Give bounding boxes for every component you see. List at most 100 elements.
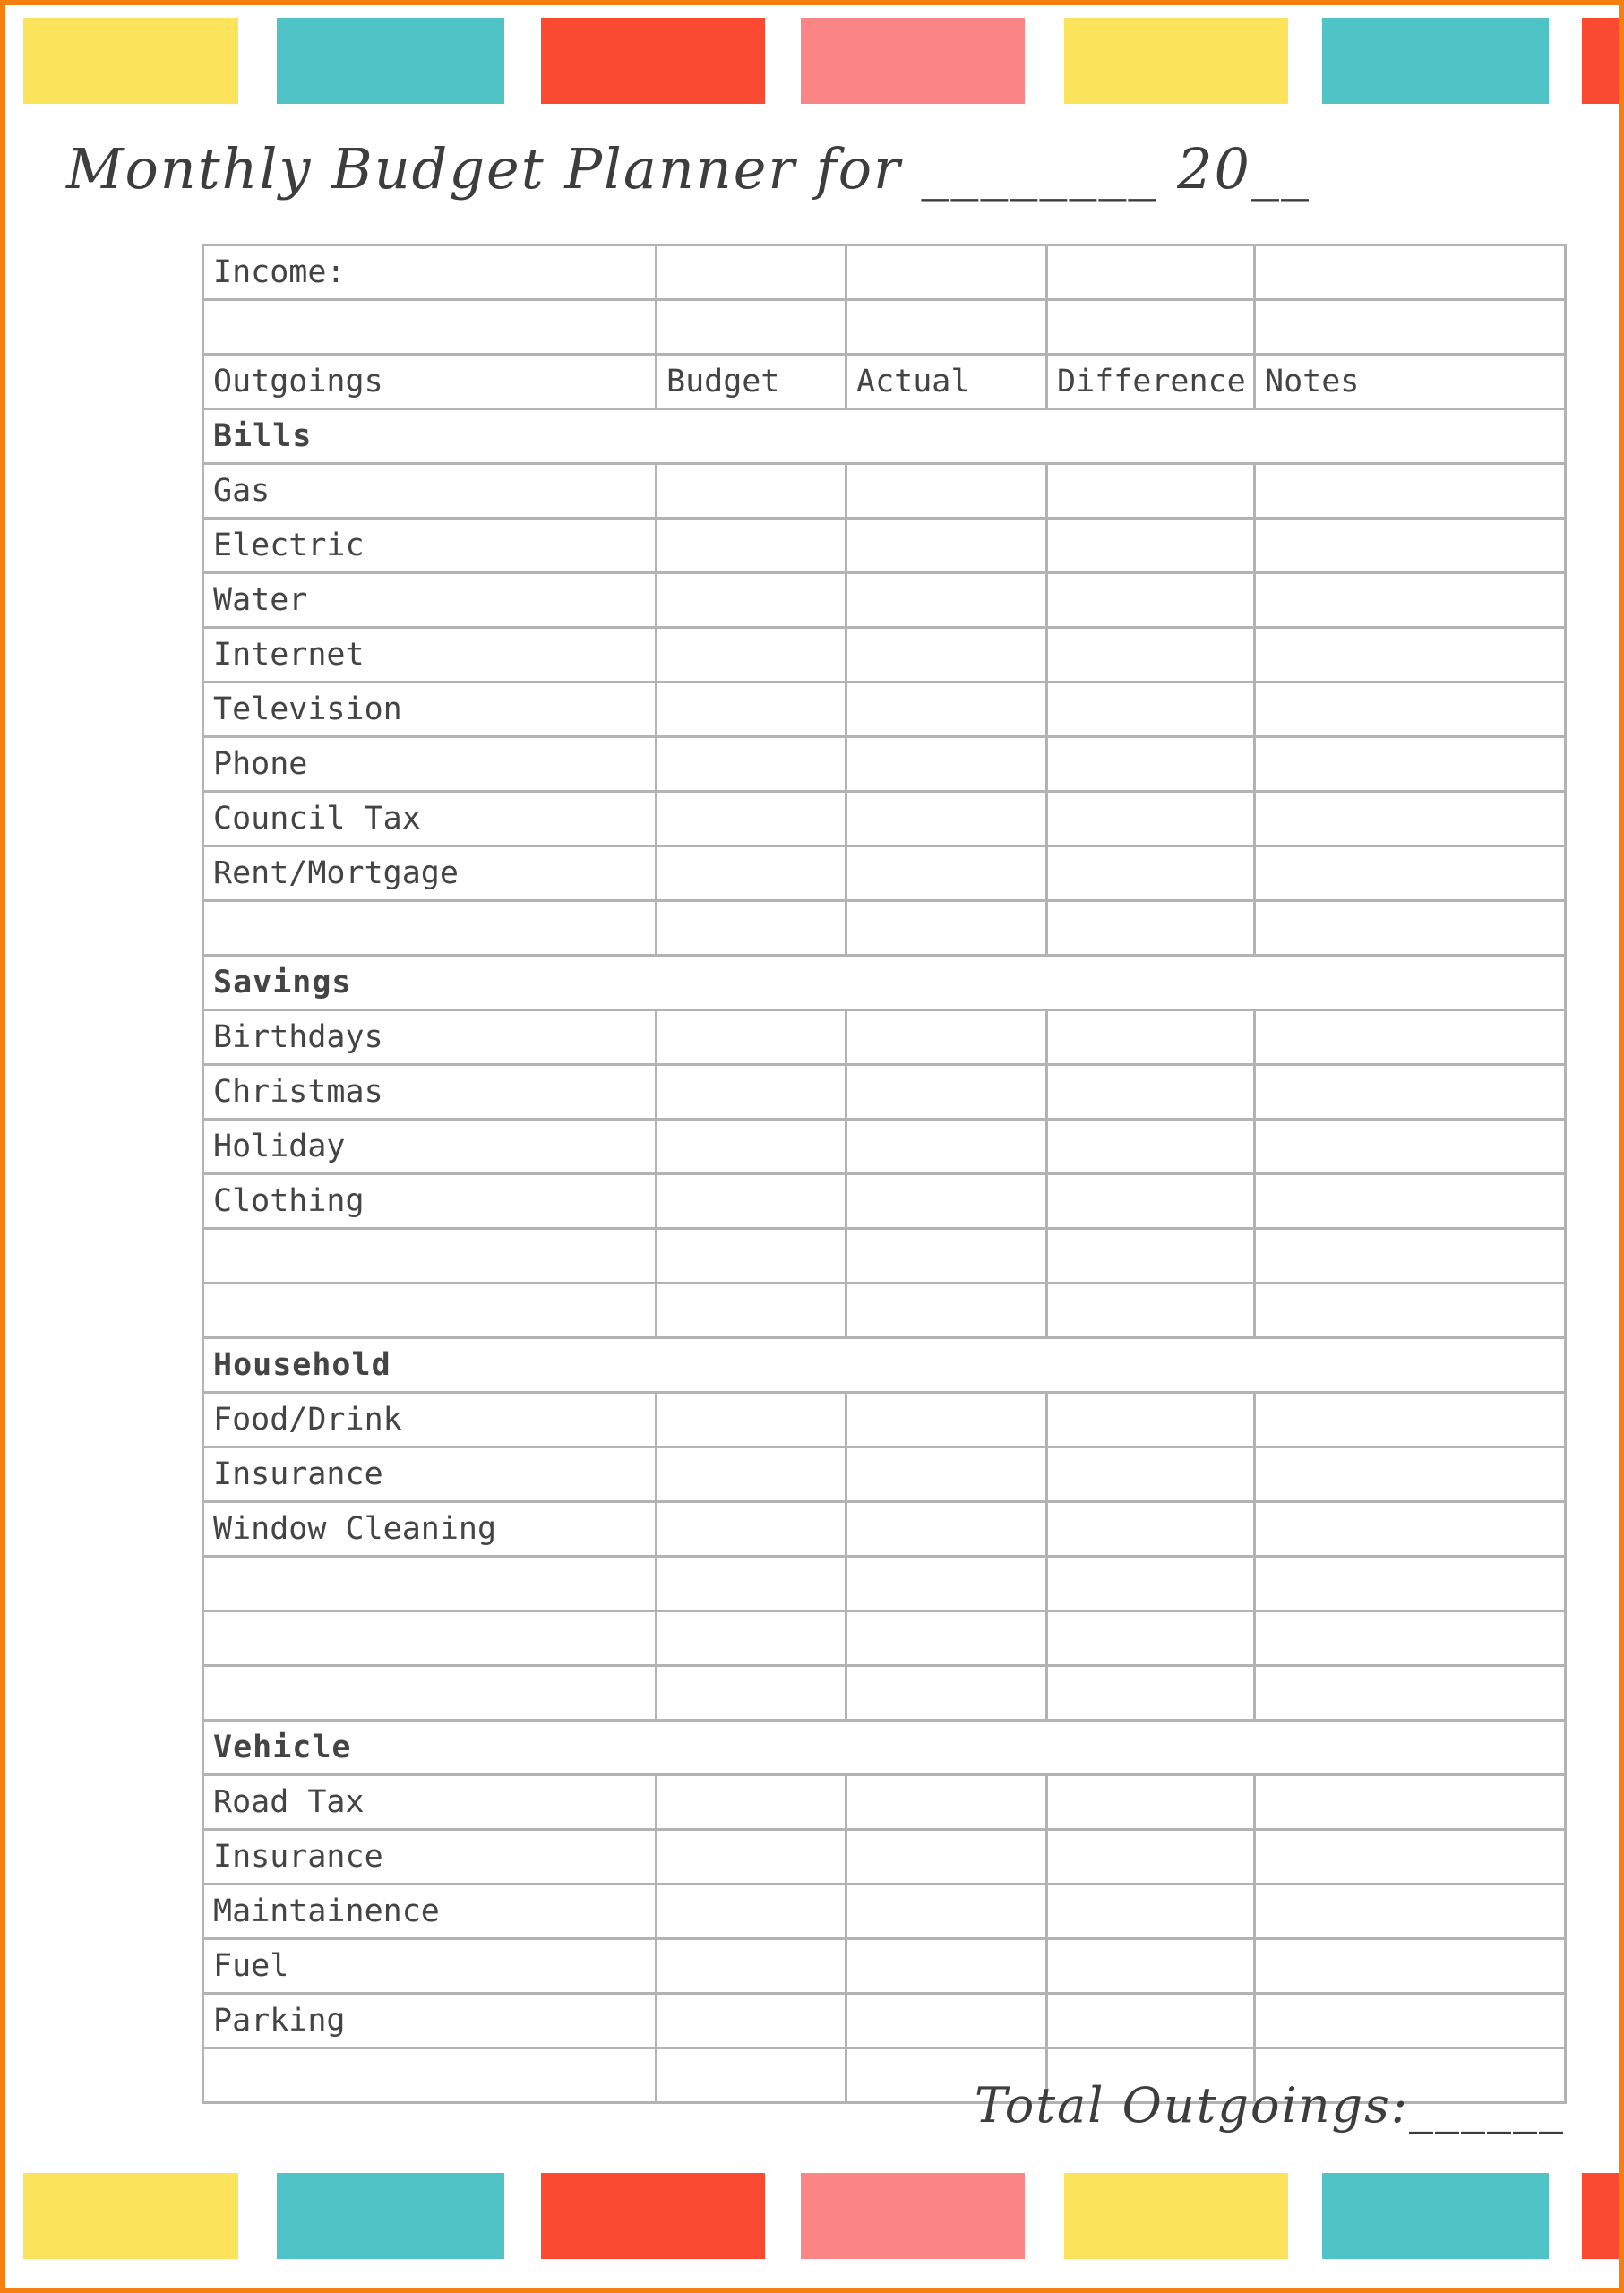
item-bills-6-notes-cell[interactable] bbox=[1253, 790, 1567, 847]
item-savings-0-notes-cell[interactable] bbox=[1253, 1009, 1567, 1066]
item-savings-3-notes-cell[interactable] bbox=[1253, 1172, 1567, 1230]
item-bills-0-notes-cell[interactable] bbox=[1253, 462, 1567, 520]
item-household-1-actual-cell[interactable] bbox=[845, 1446, 1048, 1503]
blank-label-bills-0[interactable] bbox=[202, 899, 657, 957]
blank-bills-0-budget-cell[interactable] bbox=[655, 899, 847, 957]
item-bills-4-notes-cell[interactable] bbox=[1253, 681, 1567, 738]
blank-savings-0-notes-cell[interactable] bbox=[1253, 1227, 1567, 1284]
item-bills-5-difference-cell[interactable] bbox=[1045, 735, 1256, 793]
blank-household-2-notes-cell[interactable] bbox=[1253, 1664, 1567, 1722]
item-bills-4-budget-cell[interactable] bbox=[655, 681, 847, 738]
item-savings-0-budget-cell[interactable] bbox=[655, 1009, 847, 1066]
blank-bills-0-difference-cell[interactable] bbox=[1045, 899, 1256, 957]
item-savings-3-actual-cell[interactable] bbox=[845, 1172, 1048, 1230]
blank-household-0-difference-cell[interactable] bbox=[1045, 1555, 1256, 1612]
item-household-2-notes-cell[interactable] bbox=[1253, 1500, 1567, 1558]
item-savings-1-notes-cell[interactable] bbox=[1253, 1063, 1567, 1121]
item-savings-3-difference-cell[interactable] bbox=[1045, 1172, 1256, 1230]
item-household-2-difference-cell[interactable] bbox=[1045, 1500, 1256, 1558]
item-bills-3-budget-cell[interactable] bbox=[655, 626, 847, 683]
item-savings-2-difference-cell[interactable] bbox=[1045, 1118, 1256, 1175]
item-bills-1-budget-cell[interactable] bbox=[655, 517, 847, 574]
blank-household-2-actual-cell[interactable] bbox=[845, 1664, 1048, 1722]
item-savings-0-difference-cell[interactable] bbox=[1045, 1009, 1256, 1066]
blank-household-0-actual-cell[interactable] bbox=[845, 1555, 1048, 1612]
blank-household-1-budget-cell[interactable] bbox=[655, 1610, 847, 1667]
income-blank-difference-cell[interactable] bbox=[1045, 298, 1256, 356]
item-household-1-notes-cell[interactable] bbox=[1253, 1446, 1567, 1503]
item-vehicle-4-notes-cell[interactable] bbox=[1253, 1992, 1567, 2049]
blank-household-0-notes-cell[interactable] bbox=[1253, 1555, 1567, 1612]
blank-bills-0-notes-cell[interactable] bbox=[1253, 899, 1567, 957]
item-bills-6-actual-cell[interactable] bbox=[845, 790, 1048, 847]
item-household-0-difference-cell[interactable] bbox=[1045, 1391, 1256, 1448]
item-bills-3-actual-cell[interactable] bbox=[845, 626, 1048, 683]
blank-bills-0-actual-cell[interactable] bbox=[845, 899, 1048, 957]
blank-savings-0-actual-cell[interactable] bbox=[845, 1227, 1048, 1284]
item-bills-0-budget-cell[interactable] bbox=[655, 462, 847, 520]
item-savings-3-budget-cell[interactable] bbox=[655, 1172, 847, 1230]
item-bills-1-actual-cell[interactable] bbox=[845, 517, 1048, 574]
income-blank-actual-cell[interactable] bbox=[845, 298, 1048, 356]
item-bills-6-difference-cell[interactable] bbox=[1045, 790, 1256, 847]
item-vehicle-3-budget-cell[interactable] bbox=[655, 1937, 847, 1995]
blank-vehicle-0-budget-cell[interactable] bbox=[655, 2047, 847, 2104]
item-savings-1-actual-cell[interactable] bbox=[845, 1063, 1048, 1121]
blank-household-1-actual-cell[interactable] bbox=[845, 1610, 1048, 1667]
item-bills-5-notes-cell[interactable] bbox=[1253, 735, 1567, 793]
item-savings-1-budget-cell[interactable] bbox=[655, 1063, 847, 1121]
item-household-2-budget-cell[interactable] bbox=[655, 1500, 847, 1558]
item-bills-2-notes-cell[interactable] bbox=[1253, 571, 1567, 629]
item-vehicle-3-actual-cell[interactable] bbox=[845, 1937, 1048, 1995]
item-savings-2-notes-cell[interactable] bbox=[1253, 1118, 1567, 1175]
item-vehicle-3-notes-cell[interactable] bbox=[1253, 1937, 1567, 1995]
item-bills-2-budget-cell[interactable] bbox=[655, 571, 847, 629]
item-bills-1-notes-cell[interactable] bbox=[1253, 517, 1567, 574]
blank-savings-0-budget-cell[interactable] bbox=[655, 1227, 847, 1284]
income-difference-cell[interactable] bbox=[1045, 244, 1256, 301]
item-vehicle-0-actual-cell[interactable] bbox=[845, 1773, 1048, 1831]
blank-savings-1-actual-cell[interactable] bbox=[845, 1282, 1048, 1339]
item-vehicle-3-difference-cell[interactable] bbox=[1045, 1937, 1256, 1995]
item-vehicle-1-budget-cell[interactable] bbox=[655, 1828, 847, 1885]
item-bills-5-budget-cell[interactable] bbox=[655, 735, 847, 793]
item-bills-7-actual-cell[interactable] bbox=[845, 845, 1048, 902]
item-savings-0-actual-cell[interactable] bbox=[845, 1009, 1048, 1066]
blank-savings-1-budget-cell[interactable] bbox=[655, 1282, 847, 1339]
blank-label-savings-1[interactable] bbox=[202, 1282, 657, 1339]
item-bills-6-budget-cell[interactable] bbox=[655, 790, 847, 847]
item-household-2-actual-cell[interactable] bbox=[845, 1500, 1048, 1558]
item-savings-2-actual-cell[interactable] bbox=[845, 1118, 1048, 1175]
item-bills-4-difference-cell[interactable] bbox=[1045, 681, 1256, 738]
item-vehicle-0-budget-cell[interactable] bbox=[655, 1773, 847, 1831]
blank-label-household-2[interactable] bbox=[202, 1664, 657, 1722]
blank-label-vehicle-0[interactable] bbox=[202, 2047, 657, 2104]
blank-savings-1-notes-cell[interactable] bbox=[1253, 1282, 1567, 1339]
income-actual-cell[interactable] bbox=[845, 244, 1048, 301]
item-vehicle-1-notes-cell[interactable] bbox=[1253, 1828, 1567, 1885]
item-bills-7-notes-cell[interactable] bbox=[1253, 845, 1567, 902]
item-savings-2-budget-cell[interactable] bbox=[655, 1118, 847, 1175]
item-vehicle-2-notes-cell[interactable] bbox=[1253, 1883, 1567, 1940]
blank-household-1-notes-cell[interactable] bbox=[1253, 1610, 1567, 1667]
income-budget-cell[interactable] bbox=[655, 244, 847, 301]
income-blank-label-cell[interactable] bbox=[202, 298, 657, 356]
item-vehicle-4-difference-cell[interactable] bbox=[1045, 1992, 1256, 2049]
item-bills-7-budget-cell[interactable] bbox=[655, 845, 847, 902]
item-vehicle-2-difference-cell[interactable] bbox=[1045, 1883, 1256, 1940]
blank-savings-1-difference-cell[interactable] bbox=[1045, 1282, 1256, 1339]
item-bills-0-difference-cell[interactable] bbox=[1045, 462, 1256, 520]
item-vehicle-1-difference-cell[interactable] bbox=[1045, 1828, 1256, 1885]
blank-savings-0-difference-cell[interactable] bbox=[1045, 1227, 1256, 1284]
blank-label-household-0[interactable] bbox=[202, 1555, 657, 1612]
item-bills-4-actual-cell[interactable] bbox=[845, 681, 1048, 738]
item-bills-0-actual-cell[interactable] bbox=[845, 462, 1048, 520]
blank-household-2-difference-cell[interactable] bbox=[1045, 1664, 1256, 1722]
blank-household-1-difference-cell[interactable] bbox=[1045, 1610, 1256, 1667]
income-notes-cell[interactable] bbox=[1253, 244, 1567, 301]
item-bills-2-actual-cell[interactable] bbox=[845, 571, 1048, 629]
item-vehicle-0-difference-cell[interactable] bbox=[1045, 1773, 1256, 1831]
item-vehicle-4-budget-cell[interactable] bbox=[655, 1992, 847, 2049]
item-bills-2-difference-cell[interactable] bbox=[1045, 571, 1256, 629]
item-household-0-notes-cell[interactable] bbox=[1253, 1391, 1567, 1448]
